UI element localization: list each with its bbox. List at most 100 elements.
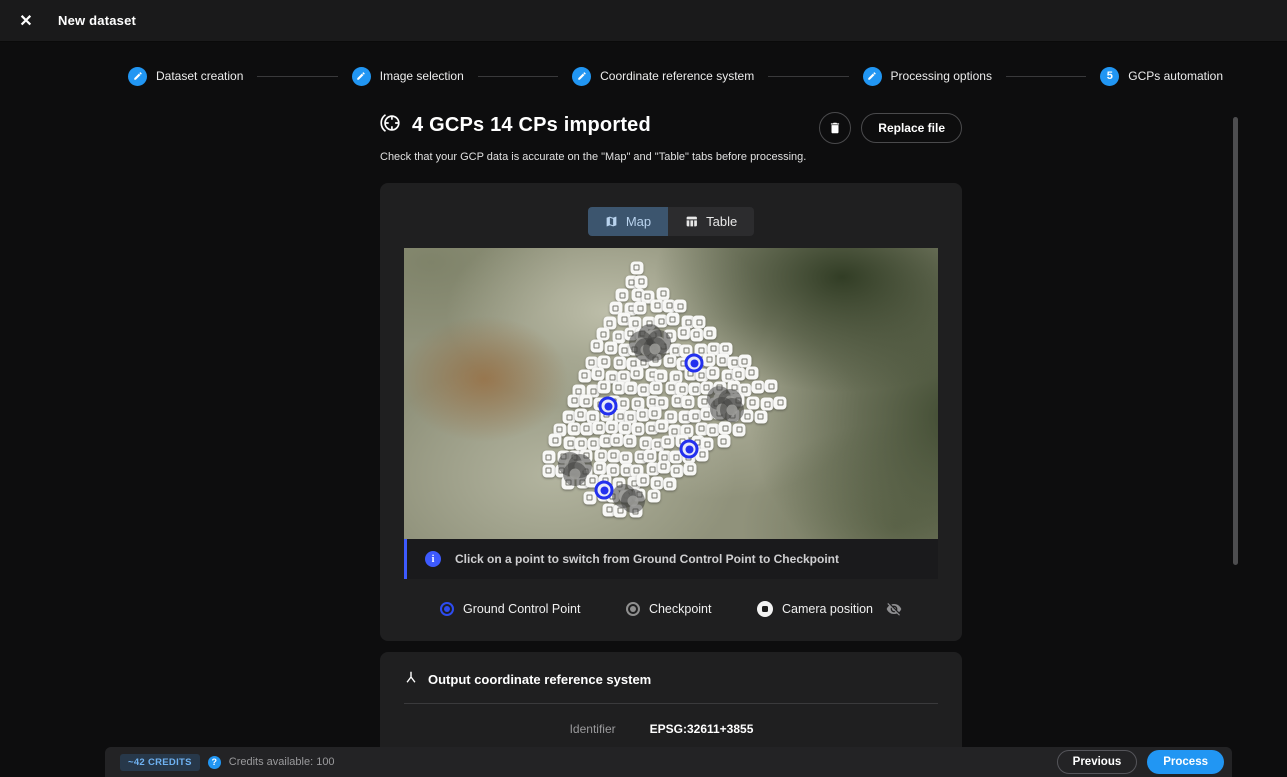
camera-marker[interactable] <box>580 395 593 408</box>
camera-marker[interactable] <box>578 369 591 382</box>
camera-marker[interactable] <box>655 420 668 433</box>
camera-marker[interactable] <box>648 489 661 502</box>
crs-identifier-value: EPSG:32611+3855 <box>650 722 754 736</box>
tab-table[interactable]: Table <box>668 207 754 236</box>
crs-title: Output coordinate reference system <box>428 672 651 687</box>
delete-button[interactable] <box>819 112 851 144</box>
camera-marker[interactable] <box>616 289 629 302</box>
replace-file-button[interactable]: Replace file <box>861 113 962 143</box>
step-processing-options[interactable]: Processing options <box>863 67 992 86</box>
info-banner-text: Click on a point to switch from Ground C… <box>455 552 839 566</box>
footer-bar: ~42 CREDITS ? Credits available: 100 Pre… <box>105 747 1232 777</box>
help-icon[interactable]: ? <box>208 756 221 769</box>
visibility-toggle-eye-off-icon[interactable] <box>886 601 902 617</box>
camera-marker[interactable] <box>648 407 661 420</box>
camera-marker[interactable] <box>617 397 630 410</box>
camera-marker[interactable] <box>670 464 683 477</box>
step-gcps-automation[interactable]: 5GCPs automation <box>1100 67 1223 86</box>
camera-marker[interactable] <box>752 380 765 393</box>
camera-marker[interactable] <box>746 396 759 409</box>
camera-marker[interactable] <box>657 460 670 473</box>
camera-marker[interactable] <box>765 380 778 393</box>
checkpoint-marker-icon <box>626 602 640 616</box>
camera-marker[interactable] <box>651 477 664 490</box>
camera-marker[interactable] <box>593 461 606 474</box>
step-dataset-creation[interactable]: Dataset creation <box>128 67 243 86</box>
checkpoint-marker[interactable] <box>643 337 667 361</box>
camera-marker[interactable] <box>637 474 650 487</box>
camera-marker[interactable] <box>593 421 606 434</box>
step-image-selection[interactable]: Image selection <box>352 67 464 86</box>
camera-marker[interactable] <box>754 410 767 423</box>
camera-marker[interactable] <box>677 326 690 339</box>
camera-marker[interactable] <box>682 396 695 409</box>
camera-marker[interactable] <box>598 355 611 368</box>
gcp-marker[interactable] <box>595 481 614 500</box>
camera-marker[interactable] <box>650 381 663 394</box>
camera-marker[interactable] <box>774 396 787 409</box>
step-coordinate-reference-system[interactable]: Coordinate reference system <box>572 67 754 86</box>
camera-marker[interactable] <box>604 342 617 355</box>
camera-marker-icon <box>757 601 773 617</box>
camera-marker[interactable] <box>706 366 719 379</box>
camera-marker[interactable] <box>607 449 620 462</box>
camera-marker[interactable] <box>542 451 555 464</box>
camera-marker[interactable] <box>661 435 674 448</box>
tab-map[interactable]: Map <box>588 207 668 236</box>
camera-marker[interactable] <box>605 421 618 434</box>
camera-marker[interactable] <box>639 437 652 450</box>
camera-marker[interactable] <box>632 423 645 436</box>
checkpoint-marker[interactable] <box>720 398 744 422</box>
map-canvas[interactable] <box>404 248 938 539</box>
camera-marker[interactable] <box>542 464 555 477</box>
camera-marker[interactable] <box>664 354 677 367</box>
camera-marker[interactable] <box>635 275 648 288</box>
step-connector <box>768 76 848 77</box>
camera-marker[interactable] <box>549 434 562 447</box>
camera-marker[interactable] <box>733 423 746 436</box>
divider <box>404 703 938 704</box>
camera-marker[interactable] <box>644 450 657 463</box>
camera-marker[interactable] <box>619 451 632 464</box>
camera-marker[interactable] <box>623 435 636 448</box>
camera-marker[interactable] <box>592 367 605 380</box>
camera-marker[interactable] <box>674 300 687 313</box>
camera-marker[interactable] <box>663 478 676 491</box>
camera-marker[interactable] <box>613 356 626 369</box>
camera-marker[interactable] <box>568 394 581 407</box>
scrollbar[interactable] <box>1233 117 1238 565</box>
camera-marker[interactable] <box>690 328 703 341</box>
camera-marker[interactable] <box>636 408 649 421</box>
camera-marker[interactable] <box>597 380 610 393</box>
checkpoint-marker[interactable] <box>621 489 645 513</box>
camera-marker[interactable] <box>703 327 716 340</box>
camera-marker[interactable] <box>745 366 758 379</box>
process-button[interactable]: Process <box>1147 750 1224 774</box>
camera-marker[interactable] <box>684 462 697 475</box>
info-banner: i Click on a point to switch from Ground… <box>404 539 938 579</box>
camera-marker[interactable] <box>703 353 716 366</box>
checkpoint-marker[interactable] <box>563 462 587 486</box>
camera-marker[interactable] <box>732 368 745 381</box>
gcp-marker[interactable] <box>680 440 699 459</box>
close-icon[interactable]: ✕ <box>14 9 38 33</box>
camera-marker[interactable] <box>630 261 643 274</box>
camera-marker[interactable] <box>610 434 623 447</box>
camera-marker[interactable] <box>619 421 632 434</box>
camera-marker[interactable] <box>666 313 679 326</box>
camera-marker[interactable] <box>624 382 637 395</box>
previous-button[interactable]: Previous <box>1057 750 1138 774</box>
camera-marker[interactable] <box>630 367 643 380</box>
camera-marker[interactable] <box>634 302 647 315</box>
gcp-marker[interactable] <box>685 354 704 373</box>
camera-marker[interactable] <box>637 383 650 396</box>
camera-marker[interactable] <box>717 435 730 448</box>
camera-marker[interactable] <box>761 398 774 411</box>
gcp-marker[interactable] <box>599 397 618 416</box>
camera-marker[interactable] <box>590 339 603 352</box>
camera-marker[interactable] <box>580 422 593 435</box>
camera-marker[interactable] <box>719 422 732 435</box>
camera-marker[interactable] <box>574 408 587 421</box>
legend-ground-control-point: Ground Control Point <box>440 602 580 616</box>
camera-marker[interactable] <box>568 422 581 435</box>
